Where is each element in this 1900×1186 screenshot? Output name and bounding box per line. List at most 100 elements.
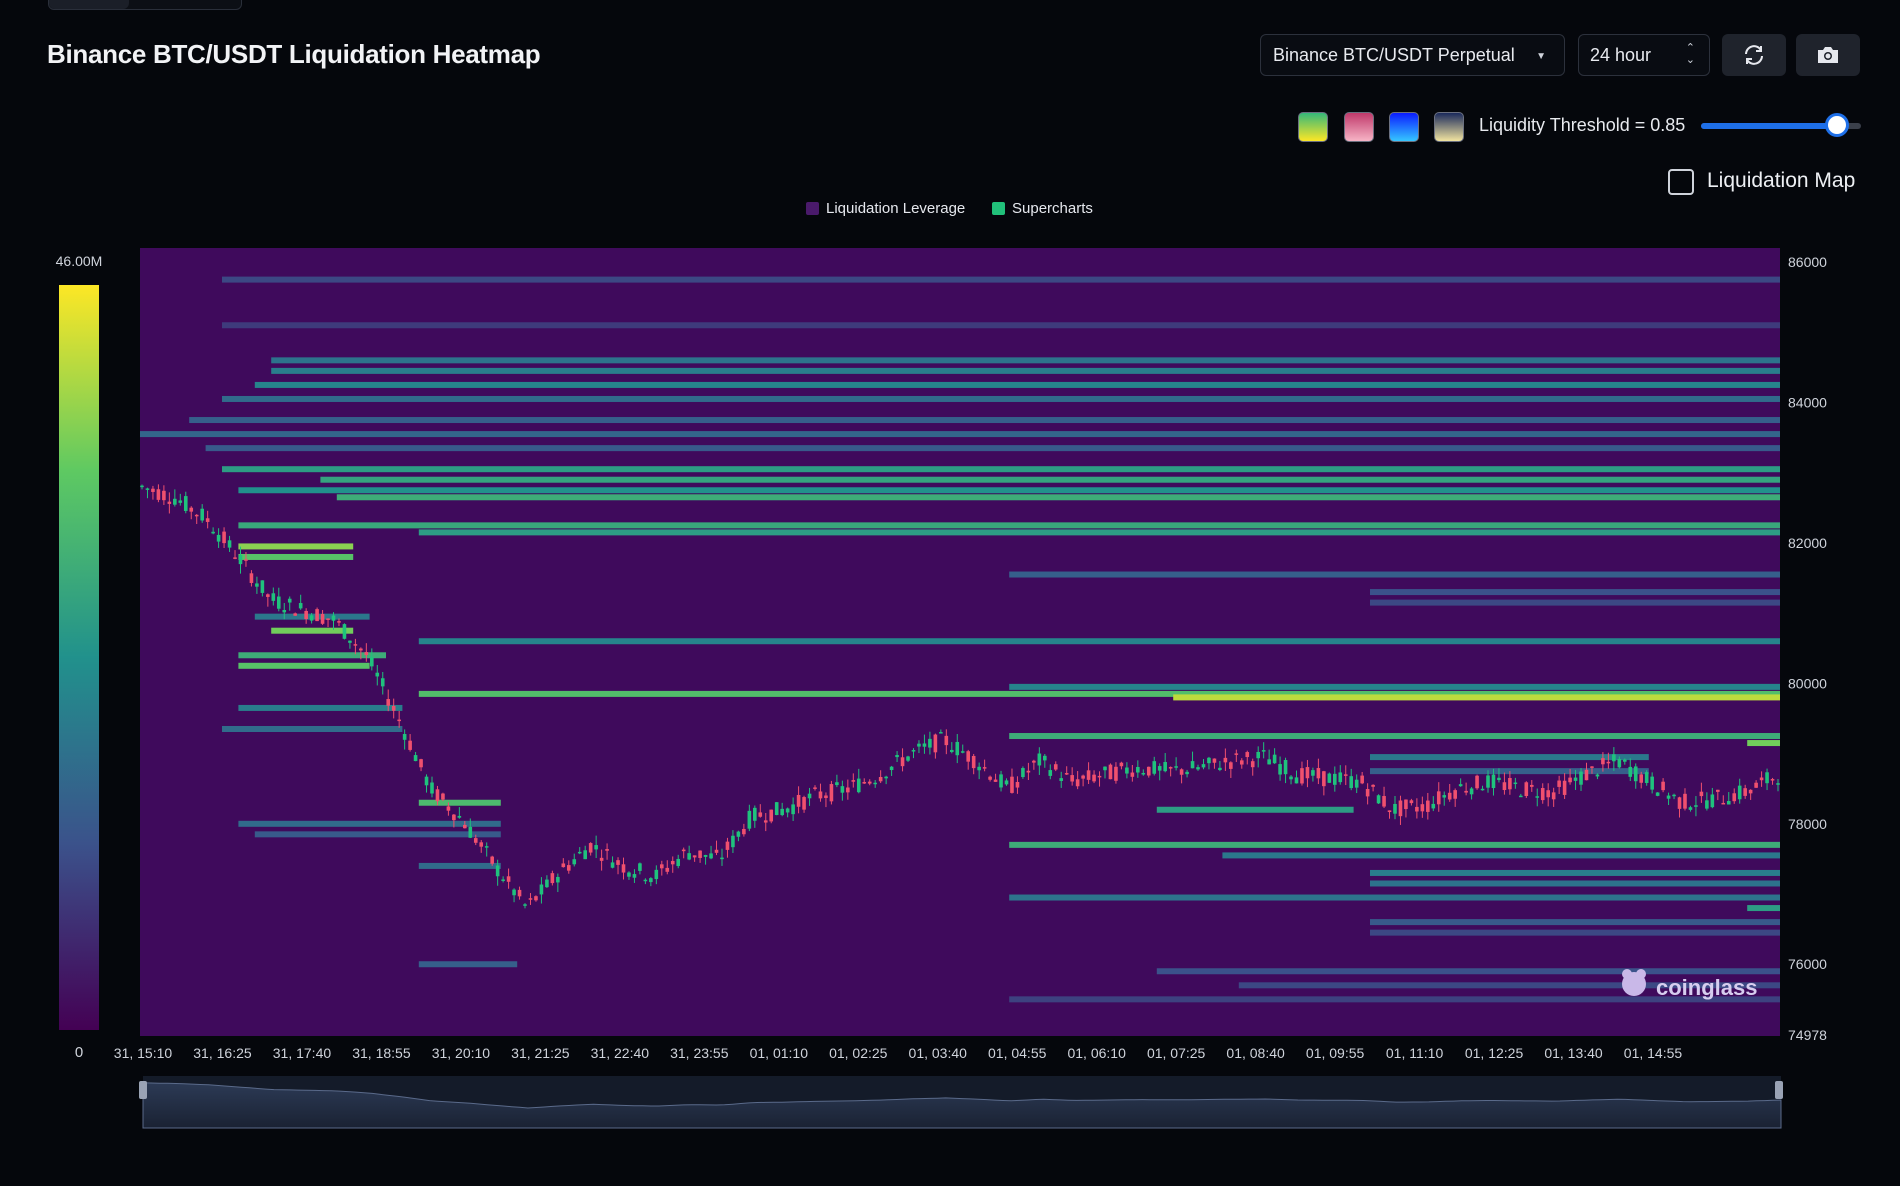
candle-body	[1436, 791, 1441, 805]
liquidation-band	[418, 529, 1780, 536]
candle-body	[1081, 775, 1085, 779]
candle-body	[594, 845, 598, 850]
candle-body	[862, 782, 867, 784]
candle-body	[807, 793, 812, 799]
candle-body	[539, 884, 544, 895]
navigator-right-handle[interactable]	[1775, 1081, 1783, 1099]
candle-body	[638, 863, 642, 871]
candle-body	[1644, 772, 1649, 783]
liquidation-band	[1370, 919, 1780, 926]
candle-body	[337, 621, 341, 623]
candle-body	[714, 849, 719, 853]
candle-body	[1152, 761, 1157, 774]
candle-body	[1365, 788, 1370, 797]
candle-body	[1212, 758, 1217, 763]
candle-body	[933, 734, 938, 753]
candle-body	[654, 869, 659, 880]
candle-body	[1032, 760, 1036, 763]
candle-body	[1568, 777, 1572, 783]
candle-body	[1289, 776, 1293, 780]
candle-body	[506, 876, 511, 882]
candle-body	[878, 777, 883, 782]
candle-body	[1349, 776, 1354, 789]
candle-body	[1196, 767, 1200, 770]
x-tick-label: 01, 13:40	[1544, 1045, 1603, 1061]
candle-body	[298, 603, 303, 609]
candle-body	[463, 824, 467, 829]
candle-body	[627, 872, 631, 877]
candle-body	[1562, 780, 1567, 795]
candle-body	[846, 787, 850, 793]
candle-body	[1431, 803, 1436, 809]
candle-body	[1272, 754, 1277, 764]
candle-body	[632, 874, 637, 878]
candle-body	[402, 734, 407, 740]
candle-body	[156, 489, 161, 500]
candle-body	[189, 507, 194, 512]
candle-body	[205, 518, 210, 522]
candle-body	[545, 879, 549, 888]
candle-body	[1300, 768, 1304, 784]
candle-body	[676, 858, 681, 867]
candle-body	[304, 610, 308, 620]
candle-body	[227, 540, 232, 548]
candle-body	[1622, 759, 1627, 762]
candle-body	[1354, 779, 1359, 788]
candle-body	[605, 849, 609, 851]
liquidation-band	[418, 961, 518, 968]
candle-body	[457, 815, 462, 818]
candle-body	[1694, 805, 1698, 807]
liquidation-band	[1009, 733, 1780, 740]
candle-body	[1097, 775, 1102, 778]
candle-body	[1480, 788, 1485, 791]
candle-body	[1168, 767, 1173, 769]
x-tick-label: 01, 09:55	[1306, 1045, 1365, 1061]
candle-body	[364, 652, 369, 656]
liquidation-band	[222, 276, 1780, 283]
candle-body	[1524, 782, 1529, 796]
candle-body	[1705, 800, 1709, 809]
candle-body	[1606, 761, 1611, 764]
liquidation-band	[271, 367, 1781, 374]
candle-body	[566, 865, 571, 871]
y-tick-label: 80000	[1788, 675, 1827, 691]
candle-body	[293, 613, 298, 616]
candle-body	[1190, 761, 1195, 769]
colorbar	[59, 285, 99, 1030]
candle-body	[173, 498, 177, 505]
y-tick-label: 74978	[1788, 1027, 1827, 1043]
liquidation-band	[238, 487, 1780, 494]
candle-body	[955, 741, 960, 756]
candle-body	[835, 782, 839, 786]
candle-body	[1338, 772, 1343, 783]
navigator-left-handle[interactable]	[139, 1081, 147, 1099]
x-tick-label: 01, 11:10	[1386, 1045, 1444, 1061]
candle-body	[342, 624, 347, 639]
candle-body	[621, 864, 626, 873]
liquidation-band	[222, 466, 1780, 473]
candle-body	[1141, 773, 1146, 775]
liquidation-band	[254, 831, 501, 838]
liquidation-heatmap-chart[interactable]: 46.00M 0 86000 84000 82000 80000 78000 76000 7…	[0, 0, 1900, 1186]
candle-body	[928, 738, 932, 748]
liquidation-band	[1009, 894, 1780, 901]
candle-body	[1267, 759, 1271, 765]
candle-body	[1639, 774, 1644, 783]
candle-body	[993, 779, 998, 782]
candle-body	[1157, 766, 1162, 771]
candle-body	[692, 855, 697, 858]
candle-body	[1256, 751, 1261, 759]
candle-body	[1239, 760, 1244, 765]
liquidation-band	[205, 445, 1781, 452]
candle-body	[1584, 769, 1589, 781]
candle-body	[183, 496, 188, 511]
candle-body	[1699, 791, 1704, 797]
candle-body	[982, 767, 987, 769]
x-tick-label: 01, 14:55	[1624, 1045, 1683, 1061]
candle-body	[1551, 792, 1556, 800]
candle-body	[266, 594, 270, 597]
candle-body	[162, 490, 166, 501]
candle-body	[649, 878, 653, 883]
candle-body	[1327, 773, 1332, 783]
candle-body	[1387, 810, 1392, 813]
